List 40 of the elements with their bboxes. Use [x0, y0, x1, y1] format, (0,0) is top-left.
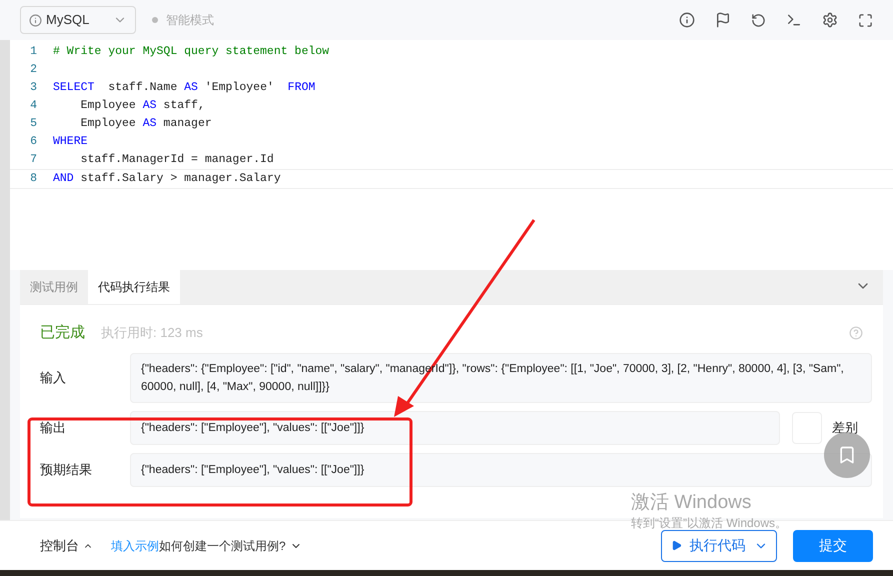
- line-number: 6: [29, 134, 38, 150]
- line-number: 5: [29, 116, 38, 132]
- code-line: Employee AS manager: [80, 116, 212, 132]
- row-label: 输入: [39, 369, 67, 388]
- result-tab[interactable]: 代码执行结果: [88, 269, 180, 304]
- console-button[interactable]: 控制台: [40, 536, 93, 556]
- terminal-icon[interactable]: [786, 12, 802, 28]
- help-dropdown[interactable]: 如何创建一个测试用例?: [159, 536, 302, 554]
- info-icon[interactable]: [679, 12, 695, 28]
- reset-icon[interactable]: [751, 12, 766, 28]
- row-label: 输出: [39, 419, 67, 438]
- line-number: 8: [29, 171, 38, 187]
- code-line: Employee AS staff,: [80, 98, 205, 114]
- code-line: # Write your MySQL query statement below: [53, 44, 330, 60]
- line-number: 4: [29, 98, 38, 114]
- code-line: SELECT staff.Name AS 'Employee' FROM: [53, 80, 316, 96]
- row-label: 预期结果: [39, 461, 93, 480]
- diff-label: 差别: [832, 419, 858, 438]
- line-number: 2: [29, 62, 38, 78]
- settings-icon[interactable]: [822, 12, 838, 28]
- mode-label: 智能模式: [166, 12, 214, 29]
- play-icon: [670, 540, 682, 551]
- language-select[interactable]: MySQL: [20, 6, 136, 34]
- status-text: 已完成: [40, 322, 85, 343]
- code-line: staff.ManagerId = manager.Id: [80, 152, 274, 168]
- fullscreen-icon[interactable]: [858, 12, 873, 28]
- submit-button[interactable]: 提交: [793, 530, 873, 562]
- run-code-button[interactable]: 执行代码: [661, 530, 777, 562]
- line-number: 3: [29, 80, 38, 96]
- info-icon: [29, 14, 42, 26]
- line-number: 7: [29, 152, 38, 168]
- line-number: 1: [29, 44, 38, 60]
- code-line: WHERE: [53, 134, 88, 150]
- activation-title: 激活 Windows: [631, 491, 752, 515]
- flag-icon[interactable]: [715, 12, 731, 28]
- result-value: {"headers": ["Employee"], "values": [["Joe"]]}: [130, 453, 872, 487]
- result-value: {"headers": ["Employee"], "values": [["Joe"]]}: [130, 411, 780, 445]
- activation-subtitle: 转到“设置”以激活 Windows。: [631, 515, 788, 531]
- runtime-text: 执行用时: 123 ms: [101, 324, 203, 342]
- code-line: AND staff.Salary > manager.Salary: [53, 171, 281, 187]
